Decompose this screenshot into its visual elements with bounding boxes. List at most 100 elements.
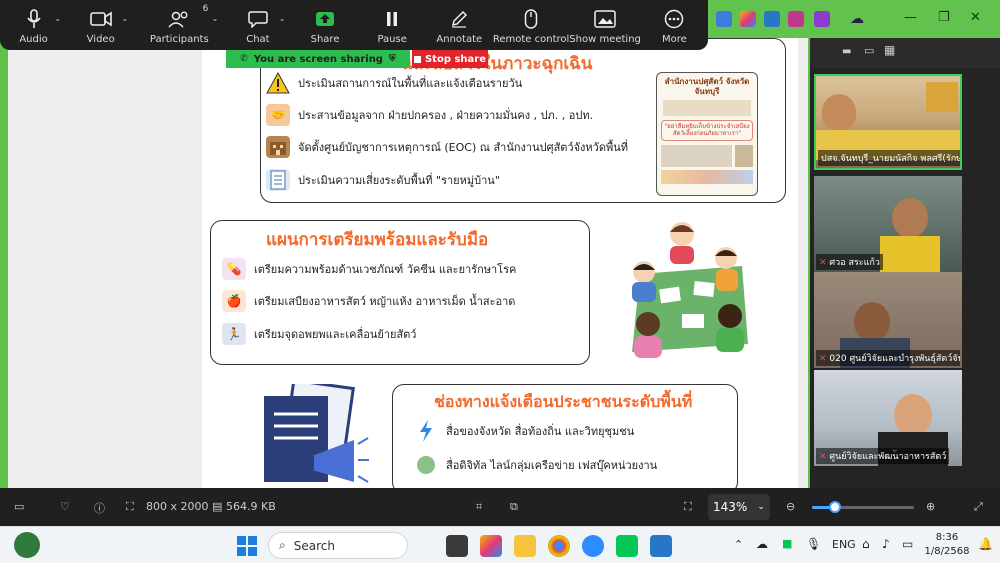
section2-item: 🍎 เตรียมเสบียงอาหารสัตว์ หญ้าแห้ง อาหารเ… xyxy=(222,290,515,312)
evacuation-icon: 🏃 xyxy=(222,323,246,345)
taskbar-app-icon[interactable] xyxy=(446,535,468,557)
microphone-icon xyxy=(22,8,46,30)
copilot-icon[interactable] xyxy=(740,11,756,27)
battery-icon[interactable]: ▭ xyxy=(902,537,913,551)
mouse-icon xyxy=(519,8,543,30)
section3-item-text: สื่อของจังหวัด สื่อท้องถิ่น และวิทยุชุมช… xyxy=(446,425,635,438)
food-supplies-icon: 🍎 xyxy=(222,290,246,312)
meeting-window-icon xyxy=(593,8,617,30)
zoom-level-dropdown[interactable]: 143% ⌄ xyxy=(708,494,770,520)
chevron-down-icon[interactable]: ⌄ xyxy=(54,14,61,23)
zoom-out-icon[interactable]: ⊖ xyxy=(786,500,795,513)
participant-video-tile[interactable]: ✕ 020 ศูนย์วิจัยและบำรุงพันธุ์สัตว์จันทบ… xyxy=(814,272,962,368)
participant-name: ✕ ศวอ สระแก้ว xyxy=(816,254,883,270)
mic-muted-icon: ✕ xyxy=(819,258,827,268)
clock[interactable]: 8:36 1/8/2568 xyxy=(924,531,970,559)
close-icon[interactable]: ✕ xyxy=(970,10,981,25)
more-dots-icon xyxy=(662,8,686,30)
fit-screen-icon[interactable]: ⛶ xyxy=(684,500,692,514)
microphone-icon[interactable]: 🎙 xyxy=(806,537,821,551)
section2-heading: แผนการเตรียมพร้อมและรับมือ xyxy=(266,230,489,250)
windows-start-icon[interactable] xyxy=(236,535,258,557)
copilot-icon[interactable] xyxy=(480,535,502,557)
section1-item: ประเมินสถานการณ์ในพื้นที่และแจ้งเตือนราย… xyxy=(266,72,522,94)
network-icon[interactable]: ⌂ xyxy=(862,537,870,551)
volume-icon[interactable]: ♪ xyxy=(882,537,890,551)
browser-tab-strip: ☁ — ❐ ✕ xyxy=(708,0,1000,38)
chrome-icon[interactable] xyxy=(548,535,570,557)
input-language[interactable]: ENG xyxy=(832,538,856,551)
minimize-icon[interactable]: — xyxy=(904,10,917,25)
chevron-up-icon[interactable]: ⌃ xyxy=(734,538,743,551)
stop-share-button[interactable]: Stop share xyxy=(412,50,488,68)
zoom-in-icon[interactable]: ⊕ xyxy=(926,500,935,513)
audio-label: Audio xyxy=(19,34,48,45)
section3-heading: ช่องทางแจ้งเตือนประชาชนระดับพื้นที่ xyxy=(434,392,693,411)
stop-share-label: Stop share xyxy=(424,53,487,65)
file-explorer-icon[interactable] xyxy=(514,535,536,557)
participant-video-tile[interactable]: ⌄ ✕ ศูนย์วิจัยและพัฒนาอาหารสัตว์ xyxy=(814,370,962,466)
remote-control-button[interactable]: Remote control xyxy=(493,0,569,50)
info-icon[interactable]: ⓘ xyxy=(94,500,105,516)
app-tab-icon[interactable] xyxy=(716,11,732,27)
photos-app-icon[interactable] xyxy=(650,535,672,557)
participant-video-tile[interactable]: ✕ ศวอ สระแก้ว xyxy=(814,176,962,272)
scan-icon[interactable]: ⌗ xyxy=(476,500,482,514)
section3-item: สื่อดิจิทัล ไลน์กลุ่มเครือข่าย เฟสบุ๊คหน… xyxy=(414,454,657,476)
chevron-down-icon[interactable]: ⌄ xyxy=(212,14,219,23)
cloud-off-icon[interactable]: ☁ xyxy=(850,11,866,27)
search-placeholder: Search xyxy=(293,538,335,553)
chevron-down-icon[interactable]: ⌄ xyxy=(279,14,286,23)
film-strip-icon[interactable]: ▭ xyxy=(14,500,24,513)
file-size: 564.9 KB xyxy=(226,500,276,513)
zoom-meeting-toolbar: ⌄ Audio ⌄ Video 6 ⌄ Participants ⌄ Chat … xyxy=(0,0,708,50)
pause-share-button[interactable]: Pause xyxy=(359,0,426,50)
zoom-slider[interactable] xyxy=(812,501,914,513)
remote-control-label: Remote control xyxy=(492,34,570,45)
share-button[interactable]: Share xyxy=(291,0,358,50)
copy-text-icon[interactable]: ⧉ xyxy=(510,500,518,514)
chevron-down-icon: ⌄ xyxy=(757,502,765,512)
fullscreen-icon[interactable]: ⤢ xyxy=(974,500,983,514)
app-tab-icon[interactable] xyxy=(764,11,780,27)
chat-button[interactable]: ⌄ Chat xyxy=(224,0,291,50)
grid-view-icon[interactable]: ▦ xyxy=(884,43,895,57)
cloud-icon[interactable]: ☁ xyxy=(756,537,768,551)
poster-title: สำนักงานปศุสัตว์ จังหวัดจันทบุรี xyxy=(664,77,750,96)
audio-button[interactable]: ⌄ Audio xyxy=(0,0,67,50)
clock-date: 1/8/2568 xyxy=(924,546,970,557)
video-button[interactable]: ⌄ Video xyxy=(67,0,134,50)
participants-button[interactable]: 6 ⌄ Participants xyxy=(134,0,224,50)
section1-item-text: ประสานข้อมูลจาก ฝ่ายปกครอง , ฝ่ายความมั่… xyxy=(298,109,594,122)
notification-icon[interactable]: 🔔 xyxy=(978,537,993,551)
annotate-button[interactable]: Annotate xyxy=(426,0,493,50)
widget-pen-icon[interactable] xyxy=(14,532,40,558)
screen-sharing-banner[interactable]: ✆ You are screen sharing ⛨ xyxy=(226,50,410,68)
building-icon xyxy=(266,136,290,158)
minimize-icon[interactable]: ▬ xyxy=(842,46,851,57)
section1-item-text: จัดตั้งศูนย์บัญชาการเหตุการณ์ (EOC) ณ สำ… xyxy=(298,141,629,154)
phone-icon: ✆ xyxy=(240,54,248,64)
restore-icon[interactable]: ❐ xyxy=(938,10,950,25)
heart-icon[interactable]: ♡ xyxy=(60,500,70,513)
windows-taskbar: ⌕ Search ⌃ ☁ ■ 🎙 ENG ⌂ ♪ ▭ 8:36 1/8/2568… xyxy=(0,526,1000,563)
chevron-down-icon[interactable]: ⌄ xyxy=(122,14,129,23)
line-app-icon[interactable] xyxy=(616,535,638,557)
stop-icon xyxy=(413,55,421,63)
mic-muted-icon: ✕ xyxy=(819,452,827,462)
line-tray-icon[interactable]: ■ xyxy=(782,537,792,550)
section2-item: 💊 เตรียมความพร้อมด้านเวชภัณฑ์ วัคซีน และ… xyxy=(222,258,516,280)
pause-label: Pause xyxy=(377,34,407,45)
show-meeting-button[interactable]: Show meeting xyxy=(569,0,641,50)
more-button[interactable]: More xyxy=(641,0,708,50)
window-icon[interactable]: ▭ xyxy=(864,44,874,57)
app-tab-icon[interactable] xyxy=(814,11,830,27)
zoom-app-icon[interactable] xyxy=(582,535,604,557)
image-viewer-toolbar: ▭ ♡ ⓘ ⛶ 800 x 2000 ▤ 564.9 KB ⌗ ⧉ ⛶ 143%… xyxy=(0,488,1000,526)
app-tab-icon[interactable] xyxy=(788,11,804,27)
zoom-slider-thumb[interactable] xyxy=(829,501,841,513)
participants-label: Participants xyxy=(149,34,209,45)
taskbar-search[interactable]: ⌕ Search xyxy=(268,532,408,559)
announcement-illustration xyxy=(258,378,370,488)
participant-video-tile[interactable]: ปสจ.จันทบุรี_นายมนัสกิจ พลศรี(รักษาการ) xyxy=(814,74,962,170)
